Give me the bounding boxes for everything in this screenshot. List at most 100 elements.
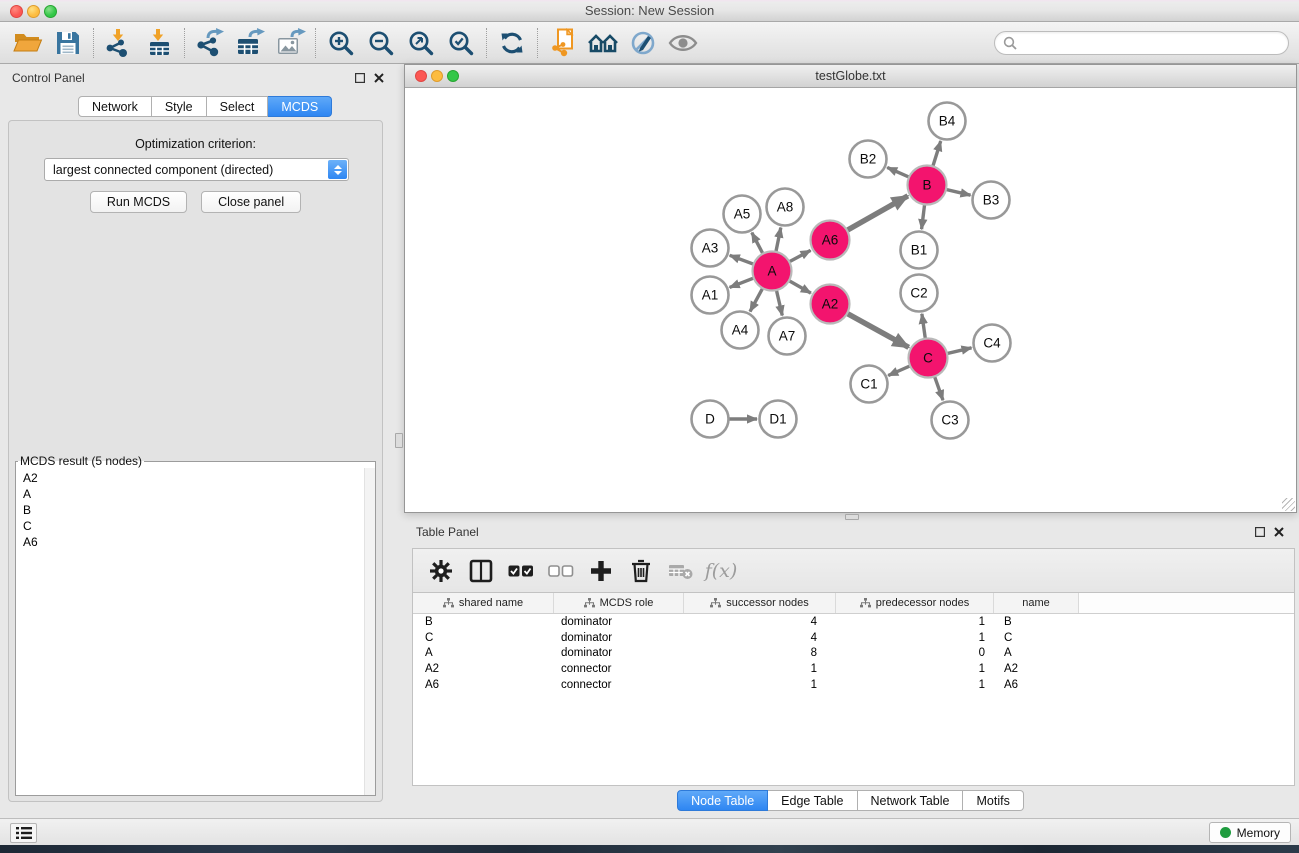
criterion-select[interactable]: largest connected component (directed) (44, 158, 349, 181)
delete-table-icon (668, 561, 694, 581)
graph-node-C[interactable]: C (909, 339, 948, 378)
tab-select[interactable]: Select (207, 96, 269, 117)
table-settings-button[interactable] (423, 554, 459, 588)
tab-edge-table[interactable]: Edge Table (768, 790, 857, 811)
table-row[interactable]: Cdominator41C (413, 630, 1294, 646)
import-network-button[interactable] (99, 25, 139, 61)
table-row[interactable]: Adominator80A (413, 646, 1294, 662)
graph-node-C2[interactable]: C2 (901, 275, 938, 312)
toolbar-separator (184, 28, 185, 58)
search-input[interactable] (1022, 36, 1288, 50)
graph-node-A8[interactable]: A8 (767, 189, 804, 226)
column-header-predecessor-nodes[interactable]: predecessor nodes (836, 593, 994, 613)
open-session-button[interactable] (8, 25, 48, 61)
close-panel-icon[interactable] (1274, 527, 1284, 537)
graph-node-A6[interactable]: A6 (811, 221, 850, 260)
graph-node-B1[interactable]: B1 (901, 232, 938, 269)
graph-node-A5[interactable]: A5 (724, 196, 761, 233)
result-item[interactable]: C (23, 518, 375, 534)
vertical-split-handle[interactable] (395, 433, 403, 448)
refresh-icon (498, 29, 526, 57)
float-panel-icon[interactable] (355, 73, 365, 83)
result-item[interactable]: A (23, 486, 375, 502)
function-builder-button[interactable]: f(x) (703, 554, 739, 588)
unselect-all-columns-button[interactable] (543, 554, 579, 588)
delete-columns-button[interactable] (623, 554, 659, 588)
app-title-bar: Session: New Session (0, 0, 1299, 22)
table-cell: 1 (684, 679, 836, 691)
result-item[interactable]: B (23, 502, 375, 518)
column-header-shared-name[interactable]: shared name (413, 593, 554, 613)
table-row[interactable]: A2connector11A2 (413, 661, 1294, 677)
zoom-out-button[interactable] (361, 25, 401, 61)
column-label: shared name (459, 597, 523, 609)
graph-node-A7[interactable]: A7 (769, 318, 806, 355)
import-table-button[interactable] (139, 25, 179, 61)
graph-node-B[interactable]: B (908, 166, 947, 205)
table-cell: 0 (836, 647, 994, 659)
graph-node-C3[interactable]: C3 (932, 402, 969, 439)
horizontal-split-handle[interactable] (845, 514, 859, 520)
node-label: B (922, 178, 931, 193)
import-table-icon (144, 28, 174, 58)
export-table-button[interactable] (230, 25, 270, 61)
tab-motifs[interactable]: Motifs (963, 790, 1023, 811)
graph-node-A3[interactable]: A3 (692, 230, 729, 267)
toolbar-separator (486, 28, 487, 58)
result-item[interactable]: A2 (23, 470, 375, 486)
tab-network[interactable]: Network (78, 96, 152, 117)
table-cell: 1 (836, 616, 994, 628)
zoom-in-button[interactable] (321, 25, 361, 61)
graph-node-A4[interactable]: A4 (722, 312, 759, 349)
tab-style[interactable]: Style (152, 96, 207, 117)
column-header-MCDS-role[interactable]: MCDS role (554, 593, 684, 613)
network-canvas[interactable]: B4 B2 B B3 A5A8A6 A3 B1 A C2 A1 A2 A4 A7 C4 C C1 C3 D D1 (405, 88, 1296, 512)
hide-graphics-details-button[interactable] (623, 25, 663, 61)
float-panel-icon[interactable] (1255, 527, 1265, 537)
result-item[interactable]: A6 (23, 534, 375, 550)
show-graphics-details-button[interactable] (663, 25, 703, 61)
create-column-button[interactable] (583, 554, 619, 588)
tab-network-table[interactable]: Network Table (858, 790, 964, 811)
graph-node-D1[interactable]: D1 (760, 401, 797, 438)
close-panel-button[interactable]: Close panel (201, 191, 301, 213)
zoom-fit-button[interactable] (401, 25, 441, 61)
save-session-button[interactable] (48, 25, 88, 61)
home-pages-button[interactable] (583, 25, 623, 61)
tab-node-table[interactable]: Node Table (677, 790, 768, 811)
search-field[interactable] (994, 31, 1289, 55)
export-network-button[interactable] (190, 25, 230, 61)
graph-node-C1[interactable]: C1 (851, 366, 888, 403)
network-window-title-bar[interactable]: testGlobe.txt (405, 65, 1296, 88)
run-mcds-button[interactable]: Run MCDS (90, 191, 187, 213)
column-header-successor-nodes[interactable]: successor nodes (684, 593, 836, 613)
graph-node-D[interactable]: D (692, 401, 729, 438)
hide-graphics-details-icon (628, 29, 658, 57)
graph-node-A2[interactable]: A2 (811, 285, 850, 324)
table-header-row: shared name MCDS rolesuccessor nodesprede… (413, 593, 1294, 614)
table-row[interactable]: A6connector11A6 (413, 677, 1294, 693)
delete-table-button[interactable] (663, 554, 699, 588)
graph-node-C4[interactable]: C4 (974, 325, 1011, 362)
export-image-button[interactable] (270, 25, 310, 61)
window-resize-grip[interactable] (1282, 498, 1295, 511)
node-label: D1 (769, 412, 786, 427)
new-session-from-network-file-button[interactable] (543, 25, 583, 61)
refresh-layout-button[interactable] (492, 25, 532, 61)
select-all-columns-button[interactable] (503, 554, 539, 588)
gear-icon (429, 559, 453, 583)
close-panel-icon[interactable] (374, 73, 384, 83)
show-column-panel-button[interactable] (463, 554, 499, 588)
tab-mcds[interactable]: MCDS (268, 96, 332, 117)
memory-button[interactable]: Memory (1209, 822, 1291, 843)
column-header-name[interactable]: name (994, 593, 1079, 613)
result-scrollbar[interactable] (364, 468, 375, 795)
zoom-selected-button[interactable] (441, 25, 481, 61)
graph-node-A[interactable]: A (753, 252, 792, 291)
graph-node-B2[interactable]: B2 (850, 141, 887, 178)
graph-node-B3[interactable]: B3 (973, 182, 1010, 219)
graph-node-B4[interactable]: B4 (929, 103, 966, 140)
table-row[interactable]: Bdominator41B (413, 614, 1294, 630)
graph-node-A1[interactable]: A1 (692, 277, 729, 314)
task-history-button[interactable] (10, 823, 37, 843)
